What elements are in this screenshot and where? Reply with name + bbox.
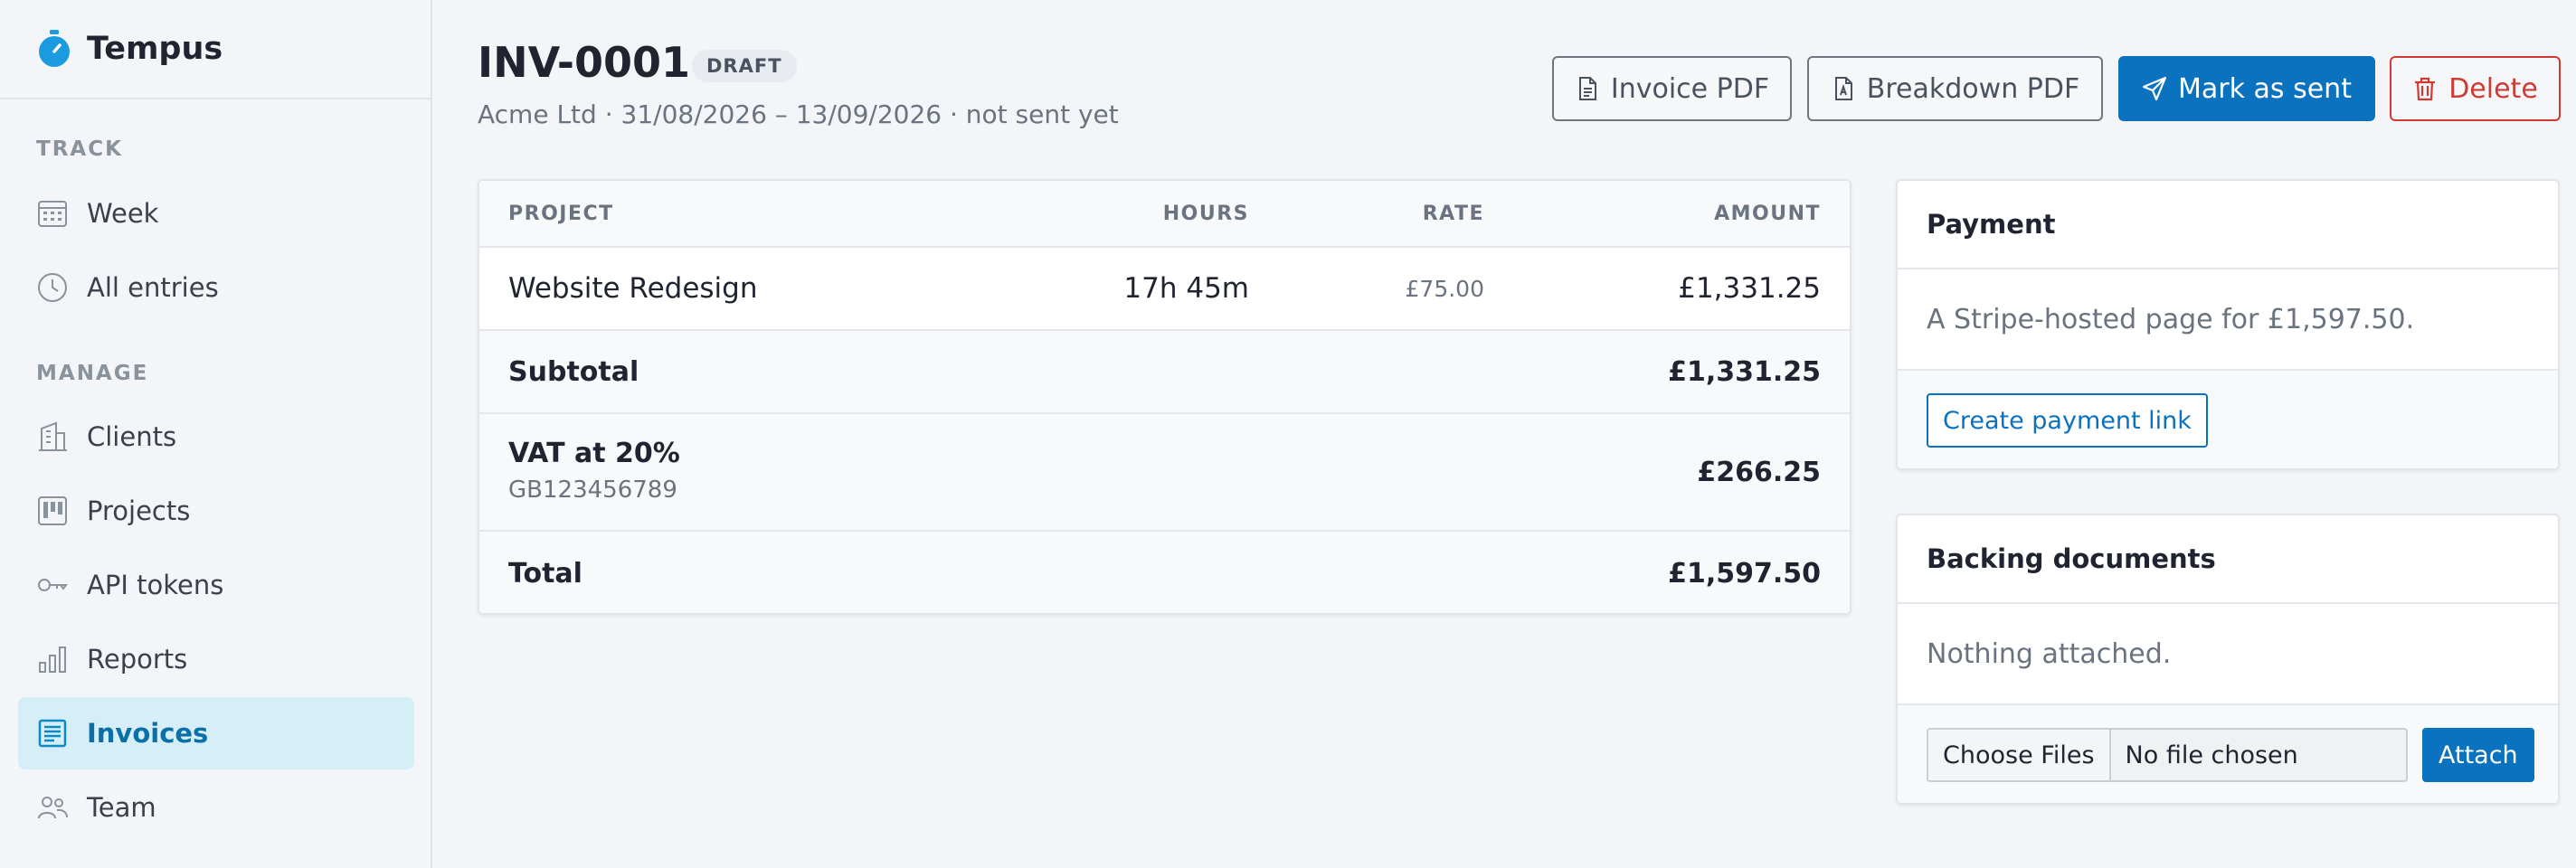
total-label: Total: [508, 557, 582, 590]
sidebar-item-team[interactable]: Team: [18, 771, 414, 844]
kanban-icon: [36, 495, 69, 527]
column-header-project: PROJECT: [508, 202, 614, 225]
file-pdf-icon: [1831, 76, 1856, 101]
file-text-icon: [1575, 76, 1600, 101]
sidebar: Tempus TRACK Week All entries MANAGE Cli…: [0, 0, 432, 868]
delete-button[interactable]: Delete: [2390, 56, 2561, 121]
subtotal-amount: £1,331.25: [1668, 355, 1821, 388]
backing-documents-title: Backing documents: [1898, 515, 2558, 604]
file-status: No file chosen: [2125, 741, 2298, 769]
amount-value: £1,331.25: [1678, 272, 1821, 305]
sidebar-item-reports[interactable]: Reports: [18, 623, 414, 695]
sidebar-item-label: API tokens: [87, 570, 224, 600]
sidebar-item-label: Team: [87, 792, 156, 823]
bar-chart-icon: [36, 643, 69, 675]
sidebar-item-label: Reports: [87, 644, 188, 675]
key-icon: [36, 569, 69, 601]
clock-icon: [36, 271, 69, 304]
sidebar-item-clients[interactable]: Clients: [18, 401, 414, 473]
section-label-track: TRACK: [36, 137, 123, 161]
sidebar-item-label: Projects: [87, 495, 191, 526]
app-name: Tempus: [87, 31, 223, 67]
total-amount: £1,597.50: [1668, 557, 1821, 590]
payment-title: Payment: [1898, 181, 2558, 269]
choose-files-button[interactable]: Choose Files: [1928, 730, 2111, 780]
create-payment-link-button[interactable]: Create payment link: [1927, 393, 2208, 448]
vat-label: VAT at 20%: [508, 438, 680, 469]
sidebar-item-label: Week: [87, 198, 159, 229]
payment-card: Payment A Stripe-hosted page for £1,597.…: [1896, 179, 2560, 470]
project-name: Website Redesign: [508, 272, 758, 305]
rate-value: £75.00: [1405, 275, 1484, 302]
line-items-table: PROJECT HOURS RATE AMOUNT Website Redesi…: [478, 179, 1852, 615]
invoice-pdf-button[interactable]: Invoice PDF: [1552, 56, 1792, 121]
send-icon: [2142, 76, 2167, 101]
status-badge: DRAFT: [692, 50, 797, 82]
people-icon: [36, 791, 69, 824]
vat-amount: £266.25: [1697, 456, 1821, 488]
section-label-manage: MANAGE: [36, 362, 149, 385]
backing-documents-footer: Choose Files No file chosen Attach: [1898, 705, 2558, 803]
table-header-row: PROJECT HOURS RATE AMOUNT: [479, 181, 1850, 248]
subtotal-label: Subtotal: [508, 355, 639, 388]
mark-as-sent-label: Mark as sent: [2178, 72, 2352, 105]
sidebar-item-label: Clients: [87, 421, 177, 452]
building-icon: [36, 420, 69, 453]
calendar-icon: [36, 197, 69, 230]
attach-button[interactable]: Attach: [2422, 728, 2534, 782]
backing-documents-card: Backing documents Nothing attached. Choo…: [1896, 514, 2560, 805]
stopwatch-icon: [36, 29, 72, 69]
payment-footer: Create payment link: [1898, 371, 2558, 468]
column-header-hours: HOURS: [1162, 202, 1249, 225]
invoice-subtitle: Acme Ltd · 31/08/2026 – 13/09/2026 · not…: [478, 99, 1119, 129]
invoice-icon: [36, 717, 69, 750]
sidebar-item-invoices[interactable]: Invoices: [18, 697, 414, 769]
payment-description: A Stripe-hosted page for £1,597.50.: [1898, 269, 2558, 371]
breakdown-pdf-button[interactable]: Breakdown PDF: [1807, 56, 2103, 121]
backing-documents-empty: Nothing attached.: [1898, 604, 2558, 705]
breakdown-pdf-label: Breakdown PDF: [1866, 72, 2080, 105]
invoice-pdf-label: Invoice PDF: [1610, 72, 1770, 105]
sidebar-item-label: Invoices: [87, 718, 209, 749]
sidebar-item-all-entries[interactable]: All entries: [18, 251, 414, 324]
column-header-rate: RATE: [1422, 202, 1484, 225]
vat-row: VAT at 20% GB123456789 £266.25: [479, 414, 1850, 532]
column-header-amount: AMOUNT: [1714, 202, 1821, 225]
total-row: Total £1,597.50: [479, 532, 1850, 613]
table-row: Website Redesign 17h 45m £75.00 £1,331.2…: [479, 248, 1850, 331]
file-input[interactable]: Choose Files No file chosen: [1927, 728, 2408, 782]
mark-as-sent-button[interactable]: Mark as sent: [2118, 56, 2375, 121]
subtotal-row: Subtotal £1,331.25: [479, 331, 1850, 414]
delete-label: Delete: [2448, 72, 2538, 105]
brand[interactable]: Tempus: [0, 0, 431, 99]
sidebar-item-api-tokens[interactable]: API tokens: [18, 549, 414, 621]
sidebar-item-projects[interactable]: Projects: [18, 475, 414, 547]
hours-value: 17h 45m: [1123, 272, 1249, 305]
sidebar-item-label: All entries: [87, 272, 219, 303]
page-title: INV-0001: [478, 38, 690, 87]
sidebar-item-week[interactable]: Week: [18, 177, 414, 250]
trash-icon: [2412, 76, 2438, 101]
vat-number: GB123456789: [508, 476, 677, 504]
